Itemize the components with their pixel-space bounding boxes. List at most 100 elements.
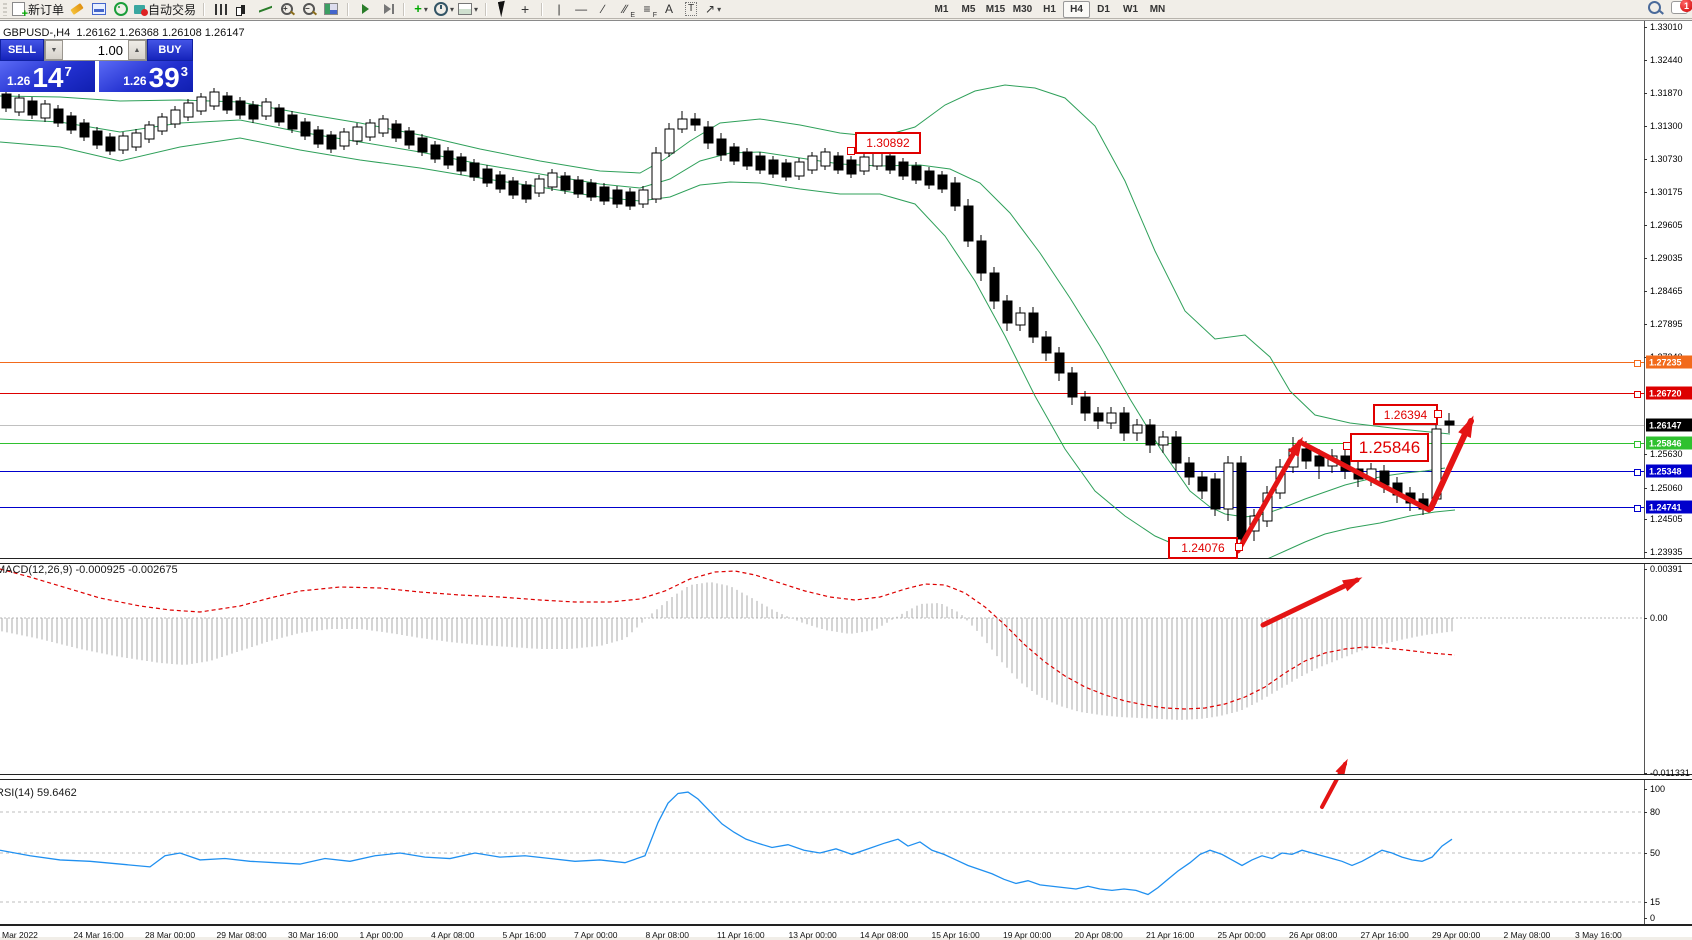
annotation-anchor[interactable] xyxy=(1343,442,1351,450)
horizontal-line-icon: — xyxy=(575,3,587,15)
price-annotation[interactable]: 1.25846 xyxy=(1350,433,1429,462)
price-annotation[interactable]: 1.30892 xyxy=(855,132,921,154)
rsi-line xyxy=(0,792,1452,894)
panel-separator[interactable] xyxy=(0,558,1692,564)
timeframe-m5[interactable]: M5 xyxy=(955,1,982,18)
crayon-icon xyxy=(70,3,83,15)
toolbar-separator xyxy=(485,3,487,16)
vertical-line-button[interactable]: | xyxy=(549,1,569,18)
sound-icon xyxy=(114,2,128,16)
chat-icon[interactable]: 1 xyxy=(1671,1,1688,14)
timeframe-m15[interactable]: M15 xyxy=(982,1,1009,18)
annotation-anchor[interactable] xyxy=(847,147,855,155)
line-end-marker[interactable] xyxy=(1634,441,1641,448)
horizontal-line-button[interactable]: — xyxy=(571,1,591,18)
bid-quote[interactable]: 1.26 14 7 xyxy=(0,61,95,92)
text-button[interactable]: A xyxy=(659,1,679,18)
macd-axis-label: -0.011331 xyxy=(1650,768,1690,778)
bar-chart-button[interactable] xyxy=(211,1,231,18)
volume-value[interactable]: 1.00 xyxy=(63,40,128,60)
price-axis-tick xyxy=(1644,93,1647,94)
price-axis-label: 1.28465 xyxy=(1650,286,1683,296)
fibonacci-icon: ≡ xyxy=(644,3,651,15)
cursor-button[interactable] xyxy=(493,1,513,18)
time-axis-label: 20 Apr 08:00 xyxy=(1075,930,1123,940)
price-axis-tick xyxy=(1644,454,1647,455)
timeframe-w1[interactable]: W1 xyxy=(1117,1,1144,18)
ask-point: 3 xyxy=(181,64,188,79)
channel-button[interactable]: ∕∕E xyxy=(615,1,635,18)
channel-icon: ∕∕ xyxy=(623,3,627,15)
price-axis-label: 1.29035 xyxy=(1650,253,1683,263)
zoom-out-button[interactable]: − xyxy=(299,1,319,18)
price-annotation[interactable]: 1.26394 xyxy=(1373,404,1438,425)
templates-button[interactable]: ▾ xyxy=(457,1,479,18)
chart-area[interactable]: GBPUSD-,H4 1.26162 1.26368 1.26108 1.261… xyxy=(0,20,1692,937)
rsi-axis-tick xyxy=(1644,812,1647,813)
arrows-button[interactable]: ↗▾ xyxy=(703,1,723,18)
notification-badge[interactable]: 1 xyxy=(1680,0,1692,12)
timeframe-d1[interactable]: D1 xyxy=(1090,1,1117,18)
chart-shift-button[interactable] xyxy=(377,1,397,18)
timeframe-h1[interactable]: H1 xyxy=(1036,1,1063,18)
auto-scroll-button[interactable] xyxy=(355,1,375,18)
search-icon[interactable] xyxy=(1648,1,1661,14)
toolbar-separator xyxy=(347,3,349,16)
indicators-button[interactable]: +▾ xyxy=(411,1,431,18)
zoom-in-button[interactable]: + xyxy=(277,1,297,18)
trend-arrow[interactable] xyxy=(1238,437,1303,551)
time-axis-label: 29 Apr 00:00 xyxy=(1432,930,1480,940)
price-badge: 1.26147 xyxy=(1646,419,1692,432)
toolbar-separator xyxy=(403,3,405,16)
candle-chart-button[interactable] xyxy=(233,1,253,18)
rsi-axis-label: 0 xyxy=(1650,913,1655,923)
sell-button[interactable]: SELL xyxy=(0,39,44,61)
volume-decrease-button[interactable]: ▼ xyxy=(45,40,63,60)
price-axis-tick xyxy=(1644,519,1647,520)
fibonacci-button[interactable]: ≡F xyxy=(637,1,657,18)
line-end-marker[interactable] xyxy=(1634,505,1641,512)
label-button[interactable]: T xyxy=(681,1,701,18)
timeframe-m30[interactable]: M30 xyxy=(1009,1,1036,18)
crosshair-button[interactable]: + xyxy=(515,1,535,18)
new-order-button[interactable]: 新订单 xyxy=(11,1,65,18)
chart-canvas[interactable] xyxy=(0,21,1692,937)
price-annotation[interactable]: 1.24076 xyxy=(1168,537,1238,559)
panel-separator[interactable] xyxy=(0,774,1692,780)
autotrade-button[interactable]: 自动交易 xyxy=(133,1,197,18)
tile-windows-button[interactable] xyxy=(321,1,341,18)
annotation-anchor[interactable] xyxy=(1235,543,1243,551)
macd-axis-tick xyxy=(1644,773,1647,774)
sound-button[interactable] xyxy=(111,1,131,18)
trend-arrow[interactable] xyxy=(1322,759,1348,807)
macd-label: MACD(12,26,9) -0.000925 -0.002675 xyxy=(0,564,178,576)
price-axis-tick xyxy=(1644,126,1647,127)
candle-chart-icon xyxy=(241,5,245,14)
timeframe-h4[interactable]: H4 xyxy=(1063,1,1090,18)
candlesticks xyxy=(2,88,1454,544)
toolbar-separator xyxy=(541,3,543,16)
volume-increase-button[interactable]: ▲ xyxy=(128,40,146,60)
timeframe-mn[interactable]: MN xyxy=(1144,1,1171,18)
price-axis-label: 1.30175 xyxy=(1650,187,1683,197)
new-order-icon xyxy=(12,2,25,16)
price-axis-tick xyxy=(1644,488,1647,489)
line-end-marker[interactable] xyxy=(1634,391,1641,398)
line-chart-button[interactable] xyxy=(255,1,275,18)
timeframe-m1[interactable]: M1 xyxy=(928,1,955,18)
time-axis-label: 19 Apr 00:00 xyxy=(1003,930,1051,940)
periods-icon xyxy=(434,2,448,16)
ask-quote[interactable]: 1.26 39 3 xyxy=(99,61,193,92)
periods-button[interactable]: ▾ xyxy=(433,1,455,18)
toolbar-grip[interactable] xyxy=(3,3,7,16)
annotation-anchor[interactable] xyxy=(1434,410,1442,418)
crayon-button[interactable] xyxy=(67,1,87,18)
zoom-out-icon: − xyxy=(303,3,315,15)
line-end-marker[interactable] xyxy=(1634,360,1641,367)
chart-window-button[interactable] xyxy=(89,1,109,18)
trendline-button[interactable]: ∕ xyxy=(593,1,613,18)
macd-histogram xyxy=(2,582,1452,720)
line-end-marker[interactable] xyxy=(1634,469,1641,476)
timeframe-group: M1 M5 M15 M30 H1 H4 D1 W1 MN xyxy=(928,1,1171,18)
buy-button[interactable]: BUY xyxy=(147,39,193,61)
